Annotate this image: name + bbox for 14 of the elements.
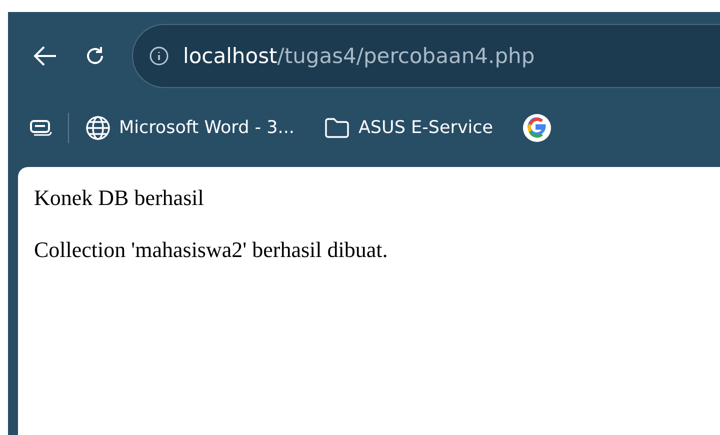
bookmark[interactable]: ASUS E-Service bbox=[324, 117, 494, 139]
globe-icon bbox=[85, 115, 111, 141]
back-icon[interactable] bbox=[32, 45, 58, 67]
address-bar[interactable]: localhost/tugas4/percobaan4.php bbox=[132, 24, 720, 88]
url-path: /tugas4/percobaan4.php bbox=[277, 44, 535, 68]
tab-group-icon[interactable] bbox=[30, 119, 52, 137]
reload-icon[interactable] bbox=[84, 45, 106, 67]
url-host: localhost bbox=[183, 44, 278, 68]
folder-icon bbox=[324, 117, 350, 139]
google-icon[interactable] bbox=[523, 114, 552, 142]
page-text: Konek DB berhasil bbox=[34, 185, 205, 211]
info-icon[interactable] bbox=[149, 46, 169, 66]
page-text: Collection 'mahasiswa2' berhasil dibuat. bbox=[34, 237, 389, 263]
bookmark[interactable]: Microsoft Word - 3... bbox=[85, 115, 294, 141]
